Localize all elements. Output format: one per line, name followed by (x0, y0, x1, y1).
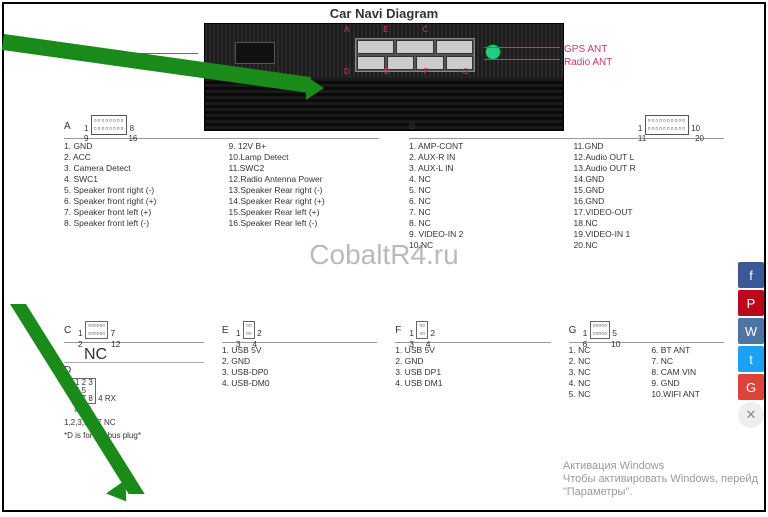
close-icon[interactable]: ✕ (738, 402, 764, 428)
share-vk[interactable]: W (738, 318, 764, 344)
share-google[interactable]: G (738, 374, 764, 400)
connector-b-block: 1 ▫▫▫▫▫▫▫▫▫▫▫▫▫▫▫▫▫▫▫▫ 10 11 20 B 1. AMP… (409, 138, 724, 338)
top-port-letters: A E C (344, 25, 444, 34)
connector-e-block: E 1 ▫▫▫▫ 2 3 4 1. USB 5V2. GND3. USB-DP0… (222, 342, 377, 492)
antenna-labels: GPS ANT Radio ANT (564, 43, 612, 69)
windows-activation-overlay: Активация Windows Чтобы активировать Win… (563, 460, 758, 499)
share-facebook[interactable]: f (738, 262, 764, 288)
connector-f-block: F 1 ▫▫▫▫ 2 3 4 1. USB 5V2. GND3. USB DP1… (395, 342, 550, 492)
connector-g-diagram: 1 ▫▫▫▫▫▫▫▫▫▫ 5 6 10 (583, 321, 621, 350)
pinout-grid: 1 ▫▫▫▫▫▫▫▫▫▫▫▫▫▫▫▫ 8 9 16 A 1. GND2. ACC… (64, 138, 724, 504)
green-arrow-top (4, 34, 314, 84)
connector-e-diagram: 1 ▫▫▫▫ 2 3 4 (236, 321, 262, 350)
diagram-frame: Car Navi Diagram Fuse A E C D B F G GPS … (2, 2, 766, 512)
diagram-title: Car Navi Diagram (4, 4, 764, 23)
connector-f-diagram: 1 ▫▫▫▫ 2 3 4 (409, 321, 435, 350)
green-arrow-bottom (4, 304, 134, 494)
connector-e-pins: 1. USB 5V2. GND3. USB-DP04. USB-DM0 (222, 345, 377, 389)
connector-a-label: A (64, 121, 71, 132)
gps-ant-label: GPS ANT (564, 43, 612, 56)
connector-e-label: E (222, 325, 229, 336)
connector-f-label: F (395, 325, 401, 336)
connector-a-pins: 1. GND2. ACC3. Camera Detect4. SWC1 5. S… (64, 141, 379, 229)
gps-line (484, 47, 560, 48)
radio-line (484, 59, 560, 60)
connector-f-pins: 1. USB 5V2. GND3. USB DP14. USB DM1 (395, 345, 550, 389)
connector-g-label: G (569, 325, 577, 336)
connector-b-pins: 1. AMP-CONT2. AUX-R IN3. AUX-L IN4. NC 5… (409, 141, 724, 251)
connector-g-pins: 1. NC2. NC3. NC4. NC 5. NC6. BT ANT7. NC… (569, 345, 724, 400)
share-twitter[interactable]: t (738, 346, 764, 372)
radio-ant-label: Radio ANT (564, 56, 612, 69)
connector-a-diagram: 1 ▫▫▫▫▫▫▫▫▫▫▫▫▫▫▫▫ 8 9 16 (84, 115, 137, 143)
connector-b-diagram: 1 ▫▫▫▫▫▫▫▫▫▫▫▫▫▫▫▫▫▫▫▫ 10 11 20 (638, 115, 704, 143)
bottom-port-letters: D B F G (344, 67, 485, 76)
connector-b-label: B (409, 121, 416, 132)
social-sidebar: f P W t G ✕ (738, 262, 764, 430)
share-pinterest[interactable]: P (738, 290, 764, 316)
